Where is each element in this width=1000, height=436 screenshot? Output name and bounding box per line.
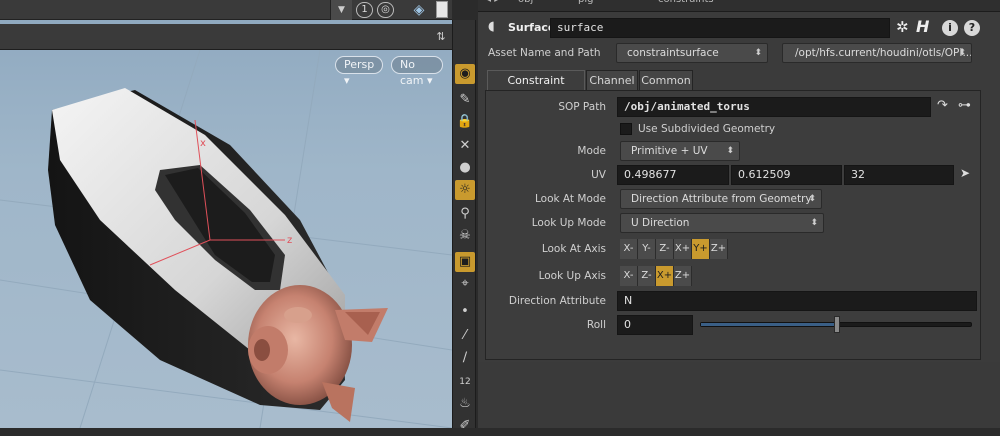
surface-node-icon: ◖ <box>488 19 495 34</box>
white-swatch[interactable] <box>436 1 448 18</box>
updown-arrow-icon: ⬍ <box>808 194 816 204</box>
info-icon[interactable]: i <box>942 20 958 36</box>
axis-x-label: x <box>200 138 206 149</box>
path-obj[interactable]: obj <box>518 0 533 5</box>
look-at-axis-y-neg[interactable]: Y- <box>638 239 656 259</box>
roll-input[interactable]: 0 <box>617 315 693 335</box>
pin-icon[interactable]: ⚲ <box>455 204 475 224</box>
viewport-top-bar: ▼ 1 ◎ ◈ <box>0 0 452 20</box>
uv-prim-input[interactable]: 32 <box>844 165 954 185</box>
asset-label: Asset Name and Path <box>488 47 601 59</box>
parameter-panel: ◂ ▸ obj pig constraints ◖ Surface surfac… <box>478 0 1000 428</box>
cross-icon[interactable]: ✕ <box>455 136 475 156</box>
asset-row: Asset Name and Path constraintsurface ⬍ /… <box>484 42 996 64</box>
scene-render: x z <box>0 50 452 428</box>
lock-icon[interactable]: 🔒 <box>455 112 475 132</box>
look-at-axis-x-pos[interactable]: X+ <box>674 239 692 259</box>
look-at-axis-y-pos[interactable]: Y+ <box>692 239 710 259</box>
mode-label: Mode <box>577 145 606 157</box>
node-name-input[interactable]: surface <box>550 18 890 38</box>
sop-path-input[interactable]: /obj/animated_torus <box>617 97 931 117</box>
look-up-axis-x-pos[interactable]: X+ <box>656 266 674 286</box>
asset-name-select[interactable]: constraintsurface ⬍ <box>616 43 768 63</box>
sphere-icon[interactable]: ● <box>455 158 475 178</box>
look-at-mode-label: Look At Mode <box>535 193 606 205</box>
updown-arrow-icon: ⬍ <box>726 146 734 156</box>
use-subdivided-checkbox[interactable] <box>620 123 632 135</box>
look-at-axis-z-neg[interactable]: Z- <box>656 239 674 259</box>
look-at-axis-x-neg[interactable]: X- <box>620 239 638 259</box>
node-header: ◖ Surface surface ✲ H i ? <box>484 17 996 39</box>
look-at-mode-select[interactable]: Direction Attribute from Geometry ⬍ <box>620 189 822 209</box>
path-pig[interactable]: pig <box>578 0 593 5</box>
eye-icon[interactable]: ◉ <box>455 64 475 84</box>
back-arrows-icon[interactable]: ◂ ▸ <box>486 0 499 5</box>
jump-arrow-icon[interactable]: ↷ <box>937 98 948 113</box>
number-icon[interactable]: 12 <box>455 372 475 392</box>
brush-icon[interactable]: ✎ <box>455 90 475 110</box>
roll-label: Roll <box>586 319 606 331</box>
direction-attr-label: Direction Attribute <box>508 295 606 307</box>
dropdown-arrow-icon[interactable]: ▼ <box>330 0 352 20</box>
look-up-mode-label: Look Up Mode <box>531 217 606 229</box>
pointer-arrow-icon[interactable]: ➤ <box>960 166 970 180</box>
bulb-icon[interactable]: ☼ <box>455 180 475 200</box>
constraint-surface-tab-body: SOP Path /obj/animated_torus ↷ ⊶ Use Sub… <box>485 90 981 360</box>
roll-slider-fill <box>701 323 838 326</box>
node-chooser-icon[interactable]: ⊶ <box>958 98 971 113</box>
look-up-axis-x-neg[interactable]: X- <box>620 266 638 286</box>
pen-icon[interactable]: ⁄ <box>455 326 475 346</box>
look-at-mode-value: Direction Attribute from Geometry <box>631 193 812 205</box>
look-at-axis-buttons: X- Y- Z- X+ Y+ Z+ <box>620 239 728 259</box>
look-up-axis-z-neg[interactable]: Z- <box>638 266 656 286</box>
asset-name-value: constraintsurface <box>627 47 719 59</box>
pipette-icon[interactable]: ∕ <box>455 348 475 368</box>
look-up-mode-select[interactable]: U Direction ⬍ <box>620 213 824 233</box>
node-type-label: Surface <box>508 21 556 34</box>
look-up-axis-z-pos[interactable]: Z+ <box>674 266 692 286</box>
uv-label: UV <box>591 169 606 181</box>
look-at-axis-label: Look At Axis <box>541 243 606 255</box>
counter-badge[interactable]: 1 <box>356 2 373 18</box>
look-up-axis-label: Look Up Axis <box>538 270 606 282</box>
display-icon[interactable]: ▣ <box>455 252 475 272</box>
mode-value: Primitive + UV <box>631 145 708 157</box>
look-up-mode-value: U Direction <box>631 217 690 229</box>
uv-u-input[interactable]: 0.498677 <box>617 165 729 185</box>
tab-common[interactable]: Common <box>639 70 693 90</box>
viewport-toolbar: ◉ ✎ 🔒 ✕ ● ☼ ⚲ ☠ ▣ ⌖ • ⁄ ∕ 12 ♨ ✐ <box>452 20 476 433</box>
skull-icon[interactable]: ☠ <box>455 226 475 246</box>
path-constraints[interactable]: constraints <box>658 0 714 5</box>
broom-icon[interactable]: ♨ <box>455 394 475 414</box>
roll-slider-handle[interactable] <box>834 316 840 333</box>
help-h-icon[interactable]: H <box>916 17 929 36</box>
scene-viewport[interactable]: ▼ 1 ◎ ◈ ⇅ ? Persp ▾ No cam ▾ <box>0 0 452 428</box>
select-icon[interactable]: ⌖ <box>455 274 475 294</box>
updown-arrow-icon: ⬍ <box>810 218 818 228</box>
viewport-secondary-bar: ⇅ ? <box>0 24 452 50</box>
tab-constraint-surface[interactable]: Constraint Surface <box>487 70 585 106</box>
uv-v-input[interactable]: 0.612509 <box>731 165 842 185</box>
sort-icon[interactable]: ⇅ <box>433 28 449 46</box>
gear-icon[interactable]: ✲ <box>896 18 909 36</box>
updown-arrow-icon: ⬍ <box>958 48 966 58</box>
mode-select[interactable]: Primitive + UV ⬍ <box>620 141 740 161</box>
tab-channel[interactable]: Channel <box>586 70 638 90</box>
dot-icon[interactable]: • <box>455 302 475 322</box>
look-at-axis-z-pos[interactable]: Z+ <box>710 239 728 259</box>
use-subdivided-label: Use Subdivided Geometry <box>638 123 776 135</box>
path-bar: ◂ ▸ obj pig constraints <box>478 0 1000 12</box>
sop-path-label: SOP Path <box>558 101 606 113</box>
axis-z-label: z <box>287 235 292 246</box>
cube-icon[interactable]: ◈ <box>410 1 428 19</box>
look-up-axis-buttons: X- Z- X+ Z+ <box>620 266 692 286</box>
updown-arrow-icon: ⬍ <box>754 48 762 58</box>
asset-path-select[interactable]: /opt/hfs.current/houdini/otls/OPI... ⬍ <box>782 43 972 63</box>
help-icon[interactable]: ? <box>964 20 980 36</box>
target-icon[interactable]: ◎ <box>377 2 394 18</box>
panel-empty-area <box>478 362 1000 428</box>
direction-attr-input[interactable]: N <box>617 291 977 311</box>
dropper-icon[interactable]: ✐ <box>455 416 475 436</box>
asset-path-value: /opt/hfs.current/houdini/otls/OPI... <box>795 47 972 59</box>
